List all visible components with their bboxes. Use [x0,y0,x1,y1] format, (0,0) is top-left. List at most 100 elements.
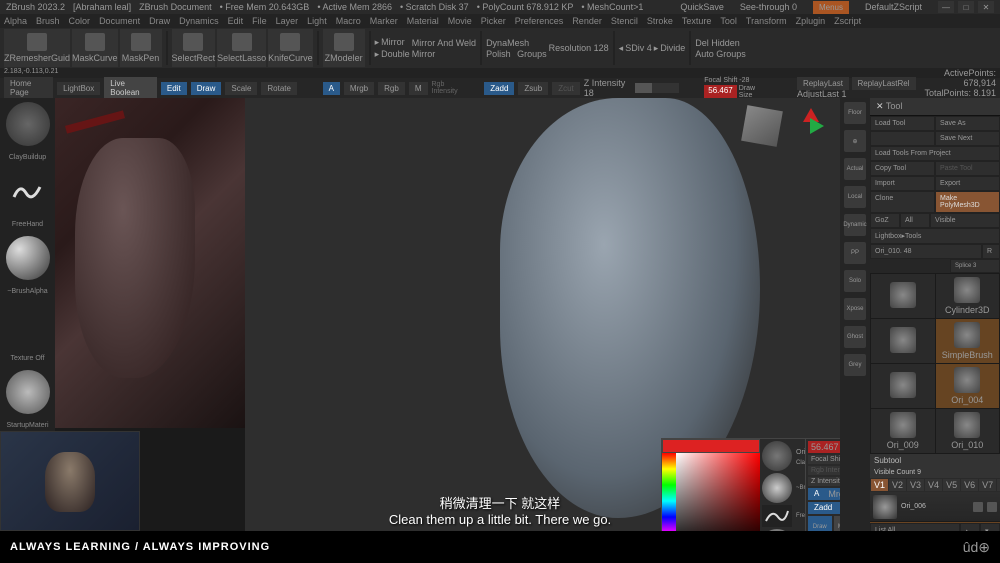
lbtools-button[interactable]: Lightbox▸Tools [870,228,1000,244]
eye-icon[interactable] [973,502,983,512]
popup-stroke-thumb[interactable] [762,505,792,527]
autogroups-button[interactable]: Auto Groups [695,49,746,59]
mrgb-button[interactable]: Mrgb [344,82,374,95]
subtool-item[interactable]: Ori_006 [870,492,1000,522]
popup-focal-slider[interactable]: Focal Shift -28 [808,455,840,464]
adjustlast-slider[interactable]: AdjustLast 1 [797,89,916,99]
menu-render[interactable]: Render [572,16,602,26]
popup-brush-thumb[interactable] [762,441,792,471]
subtool-tab-V4[interactable]: V4 [925,479,942,491]
zadd-button[interactable]: Zadd [484,82,514,95]
popup-alpha-thumb[interactable] [762,473,792,503]
resolution-slider[interactable]: Resolution 128 [549,43,609,53]
texture-thumb[interactable] [6,303,50,347]
rgb-button[interactable]: Rgb [378,82,405,95]
menu-file[interactable]: File [252,16,267,26]
subtool-header[interactable]: Subtool [870,454,1000,467]
ricon-2[interactable]: Actual [844,158,866,180]
tool-item-1[interactable]: Cylinder3D [936,274,1000,318]
minimize-icon[interactable]: — [938,1,954,13]
subtool-tab-V5[interactable]: V5 [943,479,960,491]
mirror-chk[interactable]: ▸ [375,37,380,48]
import-button[interactable]: Import [870,176,935,191]
popup-zadd[interactable]: Zadd [811,503,835,513]
a-button[interactable]: A [323,82,340,95]
loadtool-button[interactable]: Load Tool [870,116,935,131]
rotate-button[interactable]: Rotate [261,82,297,95]
ricon-9[interactable]: Grey [844,354,866,376]
menu-macro[interactable]: Macro [336,16,361,26]
edit-button[interactable]: Edit [161,82,187,95]
ricon-6[interactable]: Solo [844,270,866,292]
dynamesh-button[interactable]: DynaMesh [486,38,529,48]
menu-stroke[interactable]: Stroke [647,16,673,26]
sdiv-up[interactable]: ▸ [654,43,659,54]
visible-button[interactable]: Visible [930,213,1000,228]
menu-marker[interactable]: Marker [370,16,398,26]
scale-button[interactable]: Scale [225,82,257,95]
drawsize-value[interactable]: 56.467 [704,85,736,99]
m-button[interactable]: M [409,82,428,95]
menus-button[interactable]: Menus [813,1,849,14]
menu-draw[interactable]: Draw [149,16,170,26]
tool-item-6[interactable]: Ori_009 [871,409,935,453]
menu-color[interactable]: Color [69,16,91,26]
menu-picker[interactable]: Picker [481,16,506,26]
export-button[interactable]: Export [935,176,1000,191]
selectlasso-button[interactable]: SelectLasso [217,29,266,67]
ricon-1[interactable]: ⊕ [844,130,866,152]
menu-texture[interactable]: Texture [682,16,712,26]
subtool-tab-V1[interactable]: V1 [871,479,888,491]
menu-stencil[interactable]: Stencil [611,16,638,26]
quicksave-button[interactable]: QuickSave [680,2,724,12]
menu-tool[interactable]: Tool [720,16,737,26]
double-chk[interactable]: ▸ [375,49,380,60]
ricon-4[interactable]: Dynamic [844,214,866,236]
menu-document[interactable]: Document [99,16,140,26]
menu-material[interactable]: Material [407,16,439,26]
lightbox-button[interactable]: LightBox [57,82,100,95]
zmodeler-button[interactable]: ZModeler [323,29,365,67]
draw-button[interactable]: Draw [191,82,222,95]
ricon-0[interactable]: Floor [844,102,866,124]
liveboolean-button[interactable]: Live Boolean [104,77,157,99]
nav-cube[interactable] [741,105,783,147]
saveas-button[interactable]: Save As [935,116,1000,131]
menu-zplugin[interactable]: Zplugin [796,16,826,26]
canvas-viewport[interactable]: Gradient SwitchColor Ori_010ClayBuildup … [245,98,840,555]
stroke-thumb[interactable] [6,169,50,213]
popup-zint-slider[interactable]: Z Intensity 18 [808,477,840,486]
sdiv-value[interactable]: SDiv 4 [625,43,652,53]
close-icon[interactable]: ✕ [978,1,994,13]
ricon-3[interactable]: Local [844,186,866,208]
subtool-tab-V3[interactable]: V3 [907,479,924,491]
loadproj-button[interactable]: Load Tools From Project [870,146,1000,161]
sdiv-down[interactable]: ◂ [619,43,624,54]
tool-item-7[interactable]: Ori_010 [936,409,1000,453]
menu-light[interactable]: Light [307,16,327,26]
default-zscript[interactable]: DefaultZScript [865,2,922,12]
groups-chk[interactable]: Groups [517,49,547,59]
curtool-readout[interactable]: Ori_010. 48 [870,244,982,259]
menu-dynamics[interactable]: Dynamics [179,16,219,26]
clone-button[interactable]: Clone [870,191,935,213]
subtool-tab-V7[interactable]: V7 [979,479,996,491]
zsub-button[interactable]: Zsub [518,82,548,95]
tool-item-5[interactable]: Ori_004 [936,364,1000,408]
delhidden-button[interactable]: Del Hidden [695,38,740,48]
tool-item-4[interactable] [871,364,935,408]
selectrect-button[interactable]: SelectRect [172,29,216,67]
menu-alpha[interactable]: Alpha [4,16,27,26]
material-thumb[interactable] [6,370,50,414]
menu-preferences[interactable]: Preferences [515,16,564,26]
menu-transform[interactable]: Transform [746,16,787,26]
divide-button[interactable]: Divide [660,43,685,53]
ricon-8[interactable]: Ghost [844,326,866,348]
makemesh-button[interactable]: Make PolyMesh3D [935,191,1000,213]
maskcurve-button[interactable]: MaskCurve [72,29,118,67]
savenext-button[interactable]: Save Next [935,131,1000,146]
zintensity-slider[interactable]: Z Intensity 18 [584,78,679,98]
tool-header[interactable]: ✕ Tool [870,98,1000,116]
menu-layer[interactable]: Layer [276,16,299,26]
splice-slider[interactable]: Splice 3 [950,259,1000,273]
